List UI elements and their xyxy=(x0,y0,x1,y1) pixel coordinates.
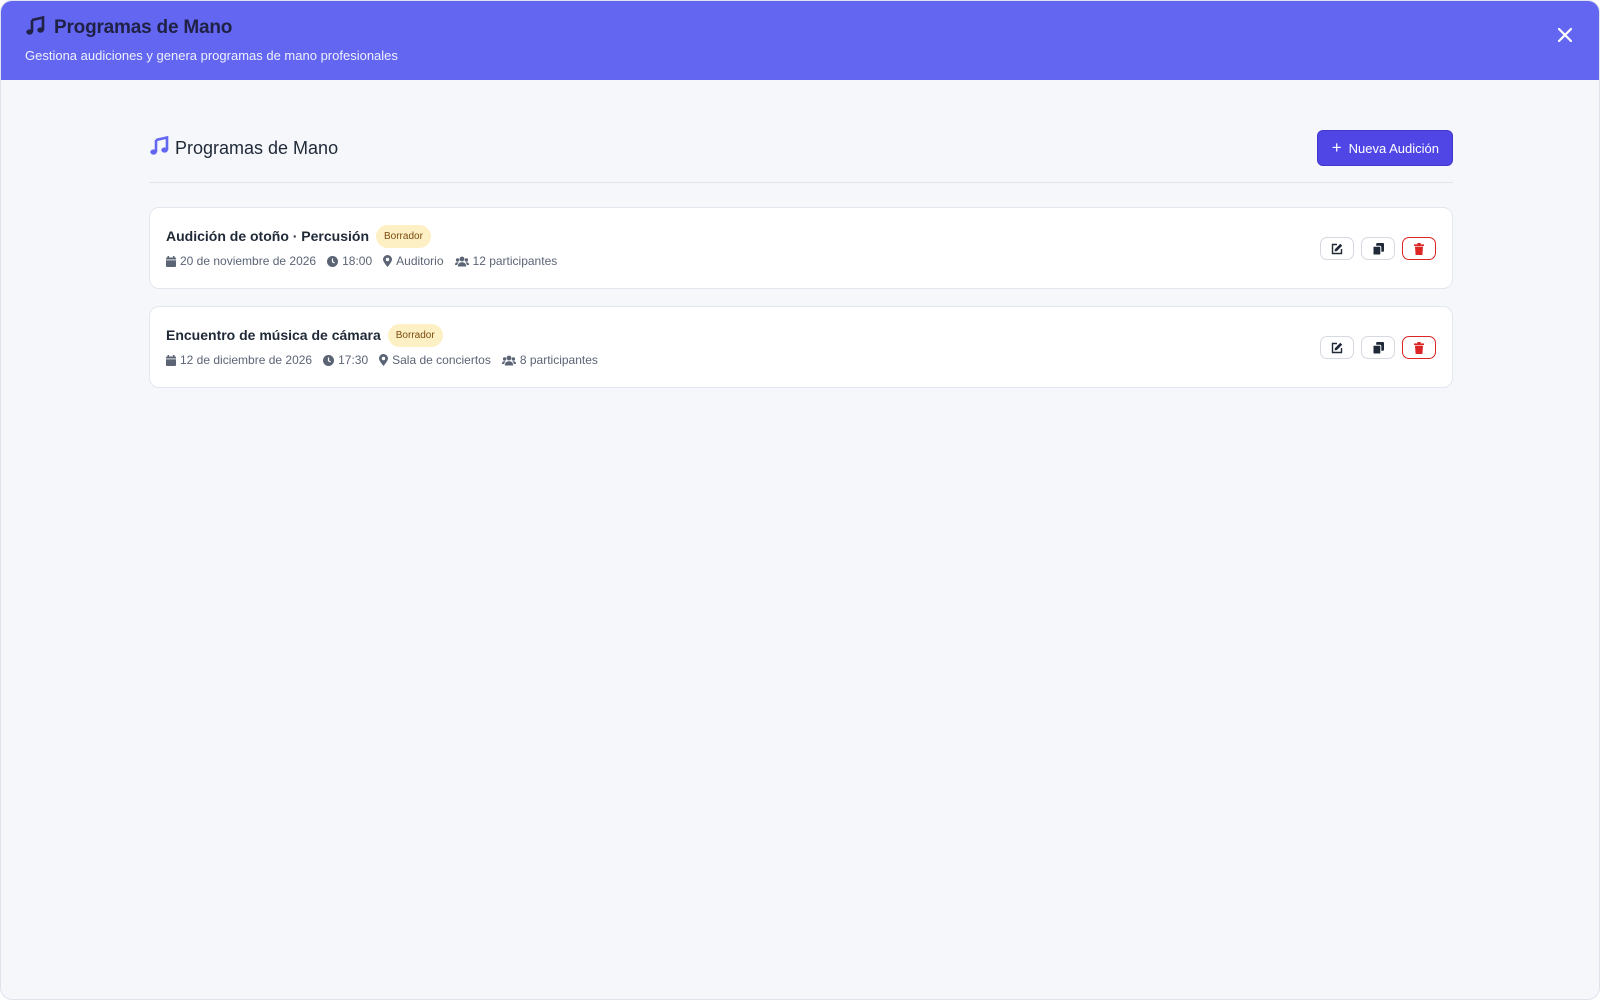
card-actions xyxy=(1320,336,1436,359)
edit-button[interactable] xyxy=(1320,336,1354,359)
new-audition-button[interactable]: + Nueva Audición xyxy=(1316,130,1453,166)
audition-card[interactable]: Encuentro de música de cámara Borrador 1… xyxy=(149,306,1453,388)
audition-meta: 20 de noviembre de 2026 18:00 Auditorio … xyxy=(166,254,1436,268)
handbill-programs-modal: Programas de Mano Gestiona audiciones y … xyxy=(0,0,1600,1000)
card-actions xyxy=(1320,237,1436,260)
plus-icon: + xyxy=(1331,137,1342,157)
calendar-icon xyxy=(166,354,176,366)
clock-icon xyxy=(327,255,339,267)
modal-subtitle: Gestiona audiciones y genera programas d… xyxy=(25,48,398,63)
trash-icon xyxy=(1414,341,1424,354)
delete-button[interactable] xyxy=(1402,237,1436,260)
duplicate-button[interactable] xyxy=(1361,237,1395,260)
music-icon xyxy=(149,135,169,161)
duplicate-button[interactable] xyxy=(1361,336,1395,359)
audition-date: 20 de noviembre de 2026 xyxy=(180,254,317,268)
modal-title: Programas de Mano xyxy=(54,17,233,38)
music-icon xyxy=(25,15,45,41)
audition-location: Sala de conciertos xyxy=(392,353,491,367)
page-header: Programas de Mano + Nueva Audición xyxy=(149,130,1453,166)
status-badge: Borrador xyxy=(387,323,443,347)
map-pin-icon xyxy=(379,354,389,366)
copy-icon xyxy=(1372,341,1384,354)
users-icon xyxy=(501,355,516,365)
audition-time: 17:30 xyxy=(338,353,369,367)
edit-icon xyxy=(1331,243,1343,254)
clock-icon xyxy=(323,354,335,366)
audition-card[interactable]: Audición de otoño · Percusión Borrador 2… xyxy=(149,207,1453,289)
audition-title: Audición de otoño · Percusión xyxy=(166,228,369,244)
audition-title: Encuentro de música de cámara xyxy=(166,327,381,343)
divider xyxy=(149,182,1453,183)
audition-participants: 12 participantes xyxy=(472,254,558,268)
status-badge: Borrador xyxy=(376,224,431,248)
audition-list: Audición de otoño · Percusión Borrador 2… xyxy=(149,207,1453,388)
audition-time: 18:00 xyxy=(342,254,373,268)
calendar-icon xyxy=(166,255,176,267)
audition-participants: 8 participantes xyxy=(519,353,598,367)
page-title: Programas de Mano xyxy=(175,137,339,158)
audition-location: Auditorio xyxy=(396,254,444,268)
main-content: Programas de Mano + Nueva Audición Audic… xyxy=(149,130,1453,388)
modal-header: Programas de Mano Gestiona audiciones y … xyxy=(1,1,1599,80)
edit-button[interactable] xyxy=(1320,237,1354,260)
close-button[interactable] xyxy=(1555,25,1575,45)
map-pin-icon xyxy=(383,255,393,267)
copy-icon xyxy=(1372,242,1384,255)
close-icon xyxy=(1557,27,1573,43)
edit-icon xyxy=(1331,342,1343,353)
delete-button[interactable] xyxy=(1402,336,1436,359)
trash-icon xyxy=(1414,242,1424,255)
new-audition-label: Nueva Audición xyxy=(1348,140,1439,156)
audition-date: 12 de diciembre de 2026 xyxy=(180,353,313,367)
audition-meta: 12 de diciembre de 2026 17:30 Sala de co… xyxy=(166,353,1436,367)
users-icon xyxy=(454,256,469,266)
